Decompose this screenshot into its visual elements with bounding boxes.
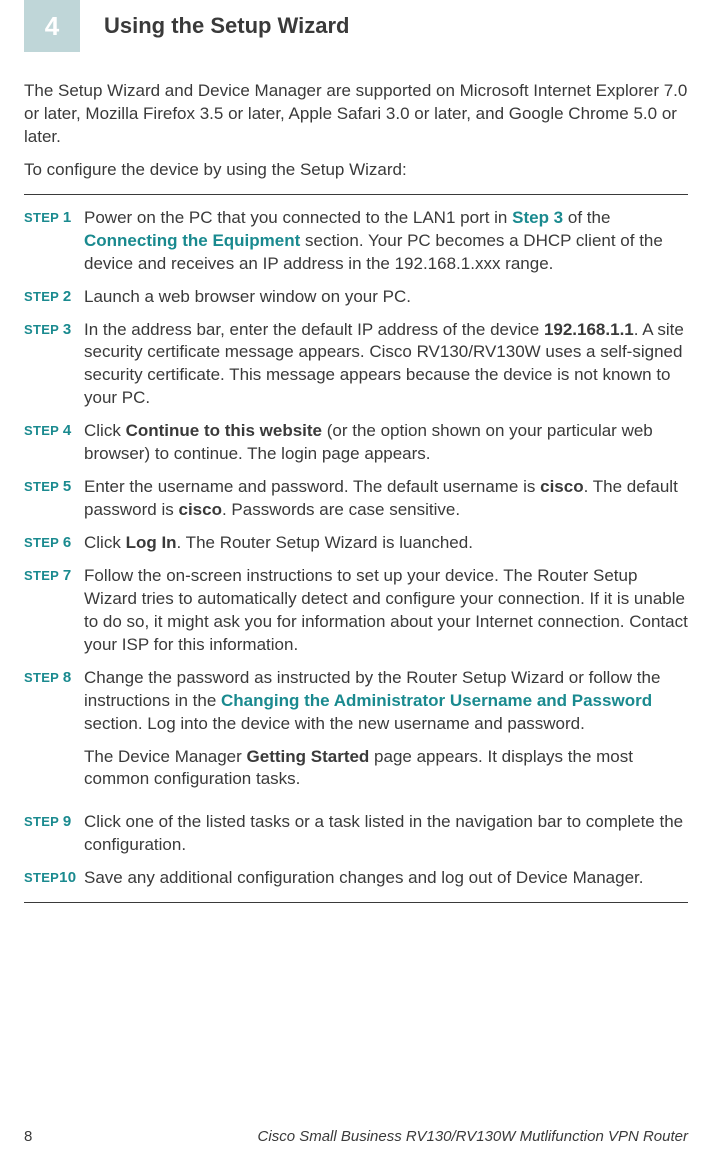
default-password: cisco (178, 500, 221, 519)
step-label: STEP 2 (24, 286, 84, 309)
step-label: STEP 3 (24, 319, 84, 411)
section-title: Using the Setup Wizard (104, 13, 349, 39)
step-9: STEP 9 Click one of the listed tasks or … (24, 811, 688, 857)
step-label: STEP 1 (24, 207, 84, 276)
step-body: In the address bar, enter the default IP… (84, 319, 688, 411)
intro-paragraph-1: The Setup Wizard and Device Manager are … (24, 80, 688, 149)
step-body: Click Log In. The Router Setup Wizard is… (84, 532, 688, 555)
default-username: cisco (540, 477, 583, 496)
step-label: STEP10 (24, 867, 84, 890)
xref-connecting-equipment[interactable]: Connecting the Equipment (84, 231, 300, 250)
step-6: STEP 6 Click Log In. The Router Setup Wi… (24, 532, 688, 555)
section-number-badge: 4 (24, 0, 80, 52)
step-1: STEP 1 Power on the PC that you connecte… (24, 207, 688, 276)
step-label: STEP 7 (24, 565, 84, 657)
step-4: STEP 4 Click Continue to this website (o… (24, 420, 688, 466)
section-header: 4 Using the Setup Wizard (24, 0, 688, 52)
step-label: STEP 4 (24, 420, 84, 466)
step-2: STEP 2 Launch a web browser window on yo… (24, 286, 688, 309)
footer-product-name: Cisco Small Business RV130/RV130W Mutlif… (258, 1128, 688, 1145)
step-body: Power on the PC that you connected to th… (84, 207, 688, 276)
default-ip: 192.168.1.1 (544, 320, 634, 339)
step-3: STEP 3 In the address bar, enter the def… (24, 319, 688, 411)
step-body: Change the password as instructed by the… (84, 667, 688, 802)
getting-started-page: Getting Started (247, 747, 370, 766)
step-body: Enter the username and password. The def… (84, 476, 688, 522)
step-5: STEP 5 Enter the username and password. … (24, 476, 688, 522)
step-body: Launch a web browser window on your PC. (84, 286, 688, 309)
step-10: STEP10 Save any additional configuration… (24, 867, 688, 890)
step-body: Save any additional configuration change… (84, 867, 688, 890)
page-footer: 8 Cisco Small Business RV130/RV130W Mutl… (24, 1128, 688, 1145)
log-in-button-text: Log In (126, 533, 177, 552)
step-7: STEP 7 Follow the on-screen instructions… (24, 565, 688, 657)
step-label: STEP 9 (24, 811, 84, 857)
page-number: 8 (24, 1128, 32, 1145)
step-label: STEP 6 (24, 532, 84, 555)
continue-website: Continue to this website (126, 421, 322, 440)
divider-bottom (24, 902, 688, 903)
step-label: STEP 8 (24, 667, 84, 802)
step-body: Follow the on-screen instructions to set… (84, 565, 688, 657)
divider-top (24, 194, 688, 195)
intro-paragraph-2: To configure the device by using the Set… (24, 159, 688, 182)
step-body: Click Continue to this website (or the o… (84, 420, 688, 466)
xref-step3[interactable]: Step 3 (512, 208, 563, 227)
step-label: STEP 5 (24, 476, 84, 522)
step-body: Click one of the listed tasks or a task … (84, 811, 688, 857)
step-8: STEP 8 Change the password as instructed… (24, 667, 688, 802)
xref-changing-password[interactable]: Changing the Administrator Username and … (221, 691, 652, 710)
